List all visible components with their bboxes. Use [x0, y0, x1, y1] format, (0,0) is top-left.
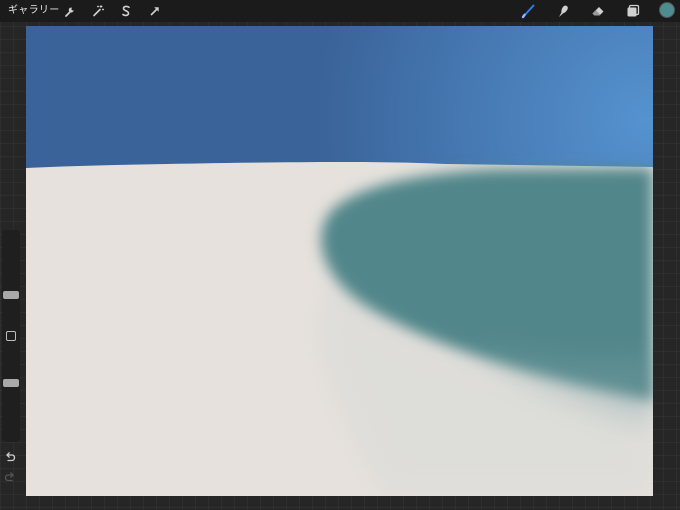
- redo-arrow-icon: [4, 472, 14, 482]
- modify-button[interactable]: [6, 331, 16, 341]
- layers-button[interactable]: [625, 3, 641, 19]
- brush-size-thumb[interactable]: [3, 291, 19, 299]
- layers-icon: [627, 4, 640, 17]
- left-sidebar: [2, 230, 20, 442]
- smudge-finger-icon: [559, 5, 568, 17]
- artwork: [26, 26, 653, 496]
- gallery-button[interactable]: ギャラリー: [8, 4, 60, 18]
- drawing-canvas[interactable]: [26, 26, 653, 496]
- transform-button[interactable]: [147, 3, 163, 19]
- brush-size-slider[interactable]: [3, 236, 19, 322]
- redo-button[interactable]: [4, 468, 16, 482]
- eraser-button[interactable]: [590, 3, 606, 19]
- selection-s-icon: [122, 5, 130, 17]
- opacity-slider[interactable]: [3, 348, 19, 434]
- color-picker-button[interactable]: [660, 3, 674, 17]
- actions-button[interactable]: [62, 3, 78, 19]
- smudge-button[interactable]: [555, 3, 571, 19]
- wrench-icon: [65, 7, 74, 17]
- adjustments-button[interactable]: [90, 3, 106, 19]
- top-toolbar: ギャラリー: [0, 0, 680, 22]
- undo-arrow-icon: [6, 452, 16, 462]
- brush-icon: [521, 4, 535, 19]
- magic-wand-icon: [93, 5, 104, 17]
- undo-button[interactable]: [4, 448, 16, 462]
- eraser-icon: [592, 7, 604, 16]
- selection-button[interactable]: [118, 3, 134, 19]
- brush-button[interactable]: [520, 3, 536, 19]
- arrow-cursor-icon: [150, 7, 159, 16]
- opacity-thumb[interactable]: [3, 379, 19, 387]
